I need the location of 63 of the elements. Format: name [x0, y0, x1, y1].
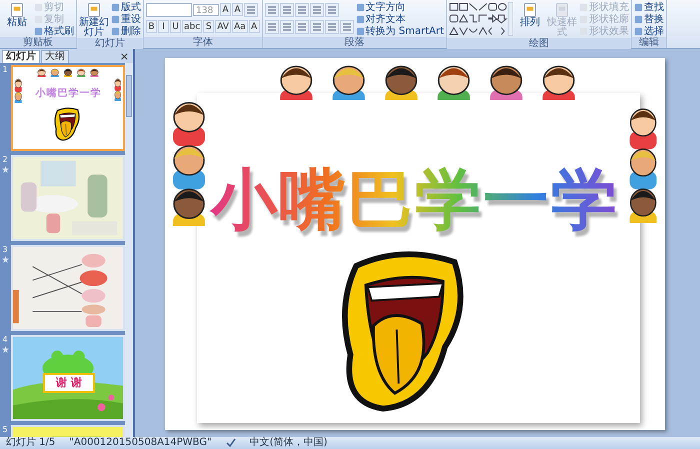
ribbon-button[interactable]: 粘贴: [2, 1, 32, 28]
check-icon[interactable]: [226, 438, 236, 448]
format-button[interactable]: S: [203, 20, 214, 33]
group-label: 幻灯片: [77, 38, 143, 49]
slide-number: 2: [2, 155, 8, 164]
lines-icon[interactable]: [294, 2, 309, 16]
lines-icon[interactable]: [310, 2, 324, 16]
ribbon-button[interactable]: 版式: [111, 1, 141, 13]
format-button[interactable]: U: [170, 20, 181, 33]
format-button[interactable]: A: [232, 3, 243, 16]
lines-icon[interactable]: [324, 2, 339, 16]
slide-number: 5: [2, 425, 8, 434]
group-label: 剪贴板: [0, 37, 76, 48]
theme-name: "A000120150508A14PWBG": [69, 437, 212, 449]
mouth-drawing: [54, 108, 80, 141]
slide-thumbnail[interactable]: 谢 谢: [11, 335, 125, 421]
group-label: 编辑: [632, 37, 666, 48]
lines-icon[interactable]: [294, 20, 309, 34]
ribbon-button[interactable]: 格式刷: [34, 25, 74, 37]
format-button[interactable]: I: [158, 20, 169, 33]
star-icon: [2, 346, 8, 353]
slide-number: 3: [2, 245, 8, 254]
group-label: 字体: [144, 37, 262, 48]
slide-title: 小嘴巴学一学: [34, 88, 102, 100]
group-label: 绘图: [446, 38, 631, 49]
ribbon-button[interactable]: 文字方向: [356, 1, 444, 13]
format-button[interactable]: AV: [215, 20, 231, 33]
format-button[interactable]: B: [146, 20, 157, 33]
lines-icon[interactable]: [264, 20, 279, 34]
ribbon-button[interactable]: 删除: [111, 25, 141, 37]
language[interactable]: 中文(简体，中国): [250, 437, 328, 449]
ribbon-button[interactable]: 选择: [634, 25, 664, 37]
format-button[interactable]: A: [220, 3, 231, 16]
group-label: 段落: [262, 37, 446, 48]
format-button[interactable]: A: [248, 20, 260, 33]
font-field[interactable]: [146, 2, 192, 16]
star-icon: [2, 166, 8, 173]
sign-text: 谢 谢: [43, 373, 95, 393]
pane-tab[interactable]: 大纲: [41, 50, 69, 63]
slide-position: 幻灯片 1/5: [6, 437, 56, 449]
lines-icon[interactable]: [324, 20, 339, 34]
ribbon-button[interactable]: 转换为 SmartArt: [356, 25, 444, 37]
scrollbar[interactable]: [125, 63, 133, 437]
pane-tab[interactable]: 幻灯片: [2, 50, 40, 63]
format-button[interactable]: abc: [182, 20, 202, 33]
ribbon-button[interactable]: 新建幻灯片: [79, 1, 109, 38]
ribbon-button[interactable]: 替换: [634, 13, 664, 25]
slide-number: 4: [2, 335, 8, 344]
ribbon-button[interactable]: 对齐文本: [356, 13, 444, 25]
lines-icon[interactable]: [280, 20, 294, 34]
lines-icon[interactable]: [280, 2, 294, 16]
lines-icon[interactable]: [310, 20, 324, 34]
lines-icon[interactable]: [244, 2, 258, 16]
format-button[interactable]: Aa: [232, 20, 248, 33]
ribbon-button[interactable]: 查找: [634, 1, 664, 13]
ribbon-button[interactable]: 重设: [111, 13, 141, 25]
shapes-gallery[interactable]: [448, 2, 513, 36]
close-button[interactable]: ×: [116, 51, 133, 63]
star-icon: [2, 256, 8, 263]
slide-number: 1: [2, 65, 8, 74]
ribbon-button[interactable]: 排列: [514, 1, 545, 28]
lines-icon[interactable]: [264, 2, 279, 16]
lines-icon[interactable]: [340, 20, 354, 34]
